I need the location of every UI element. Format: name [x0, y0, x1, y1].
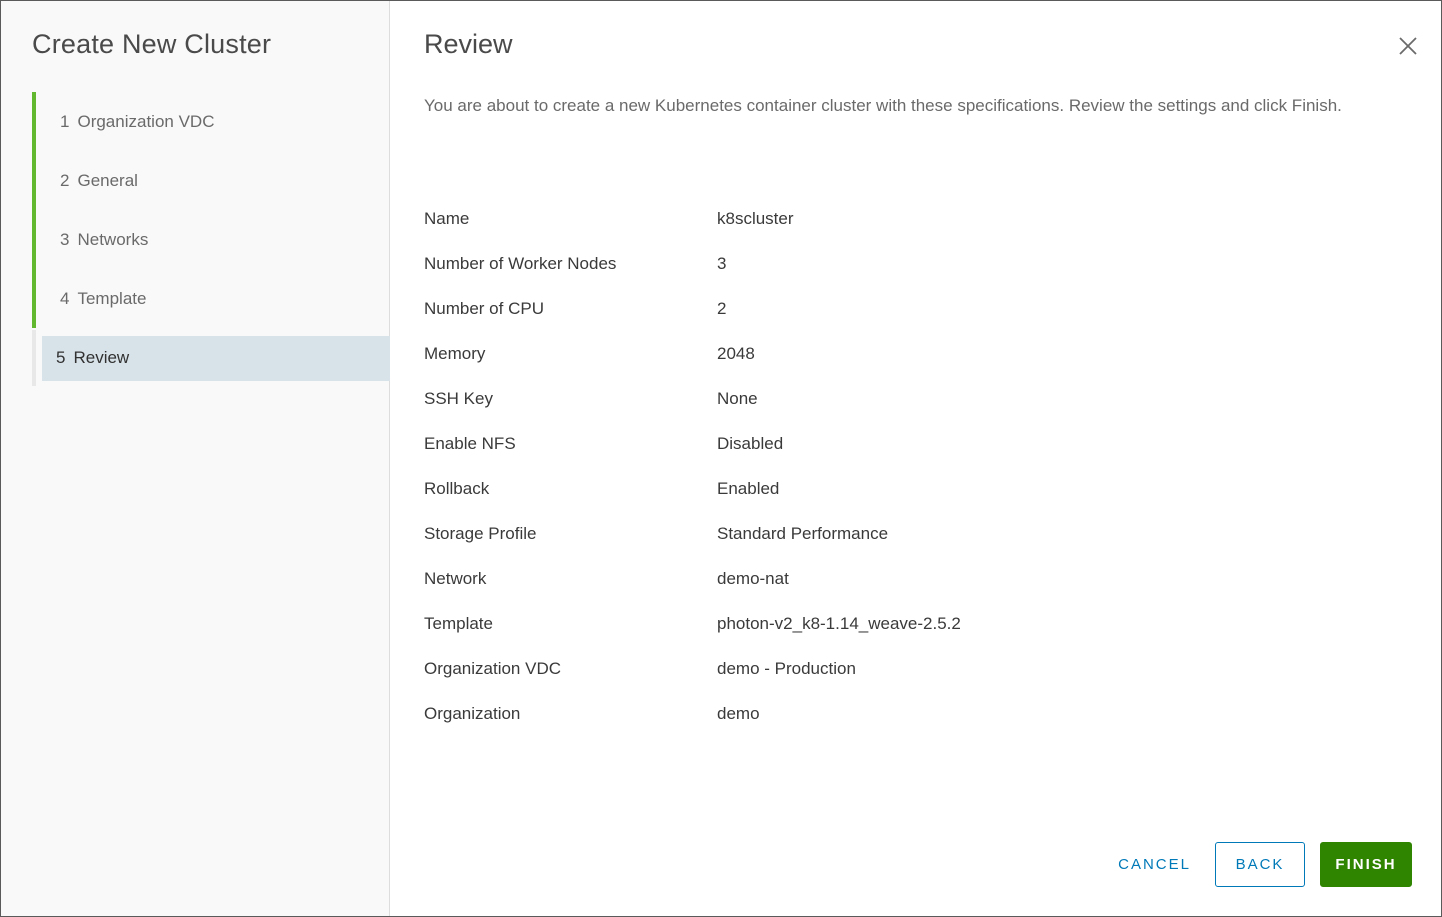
step-networks[interactable]: 3 Networks: [32, 210, 390, 269]
step-number: 1: [60, 111, 70, 131]
spec-label: Network: [424, 568, 487, 588]
step-number: 3: [60, 229, 70, 249]
step-number: 4: [60, 288, 70, 308]
wizard-steps: 1 Organization VDC 2 General 3 Networks …: [32, 92, 390, 386]
spec-label: Number of CPU: [424, 298, 544, 318]
review-description: You are about to create a new Kubernetes…: [424, 96, 1342, 115]
close-button[interactable]: [1397, 35, 1419, 57]
spec-label: Rollback: [424, 478, 490, 498]
spec-row-template: Template photon-v2_k8-1.14_weave-2.5.2: [424, 601, 961, 646]
spec-row-organization: Organization demo: [424, 691, 961, 736]
spec-label: Organization VDC: [424, 658, 562, 678]
spec-row-organization-vdc: Organization VDC demo - Production: [424, 646, 961, 691]
spec-value: 3: [717, 253, 727, 273]
spec-label: SSH Key: [424, 388, 493, 408]
spec-row-memory: Memory 2048: [424, 331, 961, 376]
close-icon: [1399, 37, 1417, 55]
spec-value: Standard Performance: [717, 523, 889, 543]
spec-row-enable-nfs: Enable NFS Disabled: [424, 421, 961, 466]
step-label: Review: [73, 348, 130, 367]
spec-row-worker-nodes: Number of Worker Nodes 3: [424, 241, 961, 286]
step-label: Networks: [77, 229, 149, 249]
step-template[interactable]: 4 Template: [32, 269, 390, 328]
spec-value: demo - Production: [717, 658, 856, 678]
spec-value: 2048: [717, 343, 755, 363]
spec-row-network: Network demo-nat: [424, 556, 961, 601]
step-number: 2: [60, 170, 70, 190]
spec-row-ssh-key: SSH Key None: [424, 376, 961, 421]
spec-value: demo-nat: [717, 568, 789, 588]
wizard-content: Review You are about to create a new Kub…: [390, 1, 1441, 916]
spec-row-rollback: Rollback Enabled: [424, 466, 961, 511]
spec-row-name: Name k8scluster: [424, 196, 961, 241]
spec-label: Number of Worker Nodes: [424, 253, 617, 273]
finish-button[interactable]: FINISH: [1320, 842, 1412, 887]
spec-value: demo: [717, 703, 760, 723]
active-step-highlight: 5 Review: [42, 335, 390, 381]
step-label: Template: [77, 288, 147, 308]
spec-label: Memory: [424, 343, 486, 363]
spec-row-storage-profile: Storage Profile Standard Performance: [424, 511, 961, 556]
spec-value: photon-v2_k8-1.14_weave-2.5.2: [717, 613, 961, 633]
spec-value: k8scluster: [717, 208, 794, 228]
spec-value: Enabled: [717, 478, 780, 498]
step-review[interactable]: 5 Review: [32, 330, 390, 386]
back-button[interactable]: BACK: [1215, 842, 1305, 887]
spec-list: Name k8scluster Number of Worker Nodes 3…: [424, 196, 961, 736]
step-organization-vdc[interactable]: 1 Organization VDC: [32, 92, 390, 151]
step-label: General: [77, 170, 138, 190]
spec-row-cpu: Number of CPU 2: [424, 286, 961, 331]
spec-label: Enable NFS: [424, 433, 516, 453]
step-number: 5: [56, 348, 66, 367]
wizard-footer: CANCEL BACK FINISH: [1104, 842, 1412, 887]
spec-label: Name: [424, 208, 470, 228]
spec-value: 2: [717, 298, 727, 318]
spec-label: Template: [424, 613, 493, 633]
cancel-button[interactable]: CANCEL: [1104, 842, 1205, 887]
step-label: Organization VDC: [77, 111, 215, 131]
wizard-title: Create New Cluster: [32, 29, 272, 59]
page-title: Review: [424, 29, 513, 59]
create-cluster-wizard: Create New Cluster 1 Organization VDC 2 …: [0, 0, 1442, 917]
spec-value: None: [717, 388, 758, 408]
step-general[interactable]: 2 General: [32, 151, 390, 210]
wizard-sidebar: Create New Cluster 1 Organization VDC 2 …: [1, 1, 390, 916]
spec-value: Disabled: [717, 433, 784, 453]
spec-label: Organization: [424, 703, 521, 723]
spec-label: Storage Profile: [424, 523, 537, 543]
